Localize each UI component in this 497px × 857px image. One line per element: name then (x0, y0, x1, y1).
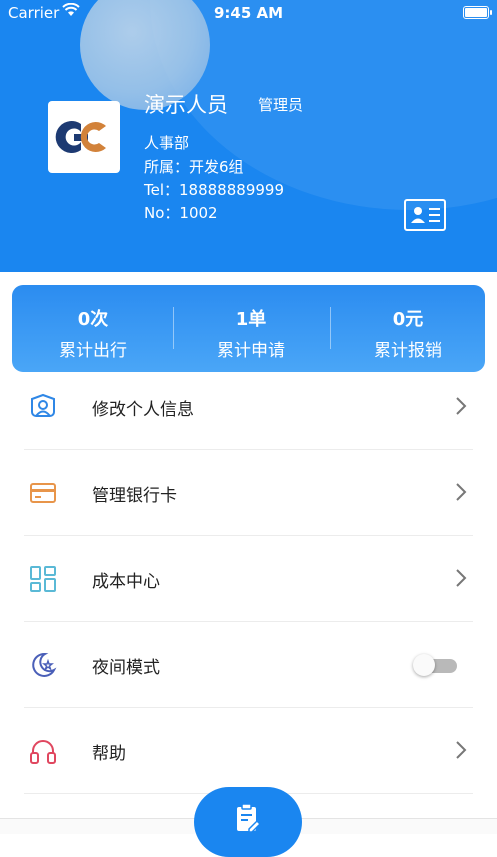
user-number: No：1002 (144, 204, 218, 222)
chevron-right-icon (454, 395, 468, 417)
stat-trips-label: 累计出行 (59, 341, 127, 361)
menu-item-help[interactable]: 帮助 (0, 708, 497, 794)
menu-item-label: 夜间模式 (92, 658, 160, 678)
profile-header: Carrier 9:45 AM 演示人员 管理员 人事部 所属：开发6组 Tel… (0, 0, 497, 272)
company-logo (48, 101, 120, 173)
headphones-icon (28, 736, 58, 766)
user-profile-icon (28, 392, 58, 422)
moon-star-icon (28, 650, 58, 680)
user-department: 人事部 (144, 134, 190, 152)
stat-applications-value: 1单 (235, 309, 267, 330)
user-phone: Tel：18888889999 (144, 181, 284, 199)
menu-item-label: 管理银行卡 (92, 486, 177, 506)
stat-reimbursements[interactable]: 0元 累计报销 (329, 285, 487, 372)
stat-applications[interactable]: 1单 累计申请 (172, 285, 330, 372)
user-role: 管理员 (258, 96, 304, 114)
menu-item-label: 帮助 (92, 744, 126, 764)
menu-item-label: 修改个人信息 (92, 400, 194, 420)
stat-trips-value: 0次 (77, 309, 109, 330)
menu-item-cost-center[interactable]: 成本中心 (0, 536, 497, 622)
stats-panel: 0次 累计出行 1单 累计申请 0元 累计报销 (12, 285, 485, 372)
menu-item-bank-cards[interactable]: 管理银行卡 (0, 450, 497, 536)
status-bar: Carrier 9:45 AM (0, 0, 497, 26)
chevron-right-icon (454, 567, 468, 589)
clipboard-edit-icon (237, 803, 262, 833)
night-mode-toggle[interactable] (413, 653, 457, 676)
user-name: 演示人员 (144, 93, 228, 117)
bank-card-icon (28, 478, 58, 508)
battery-icon (463, 6, 492, 19)
stat-trips[interactable]: 0次 累计出行 (14, 285, 172, 372)
stat-reimbursements-label: 累计报销 (374, 341, 442, 361)
grid-layout-icon (28, 564, 58, 594)
chevron-right-icon (454, 739, 468, 761)
menu-item-night-mode: 夜间模式 (0, 622, 497, 708)
user-group: 所属：开发6组 (144, 158, 244, 176)
menu-item-label: 成本中心 (92, 572, 160, 592)
apply-button[interactable] (194, 787, 302, 857)
status-time: 9:45 AM (213, 4, 284, 22)
id-card-icon[interactable] (404, 199, 446, 231)
menu-item-edit-profile[interactable]: 修改个人信息 (0, 364, 497, 450)
stat-reimbursements-value: 0元 (392, 309, 424, 330)
chevron-right-icon (454, 481, 468, 503)
stat-applications-label: 累计申请 (217, 341, 285, 361)
